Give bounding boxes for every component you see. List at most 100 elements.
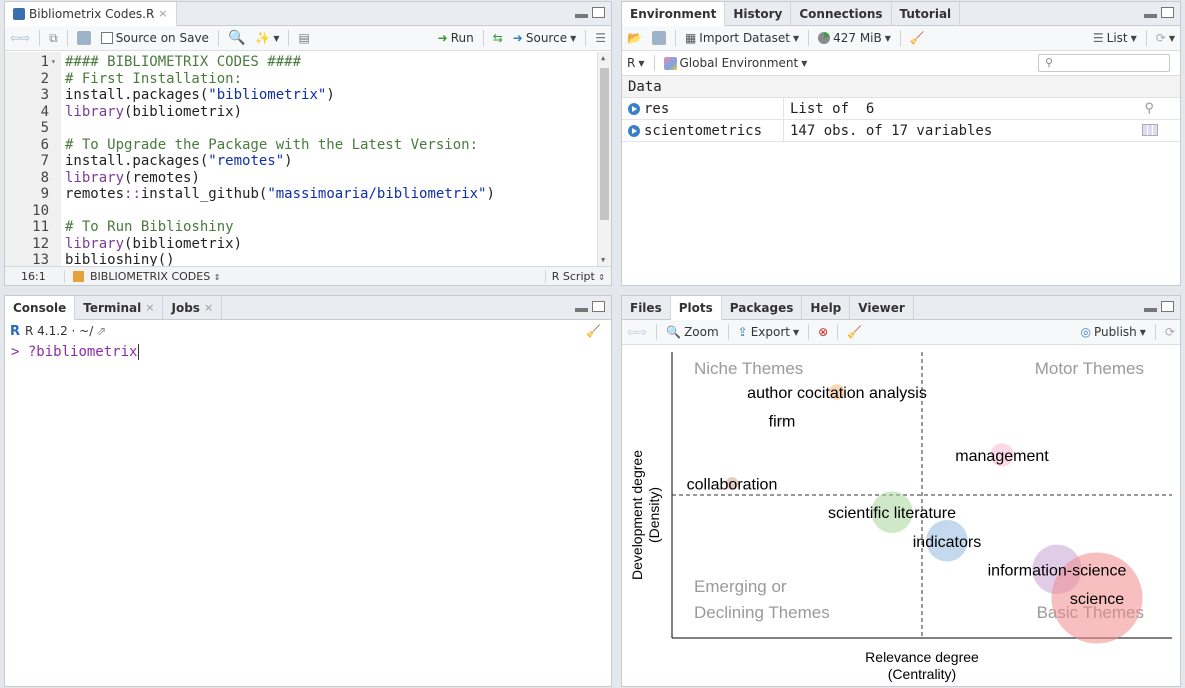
source-button[interactable]: ➜ Source ▼ [508,31,581,45]
zoom-icon: 🔍 [666,325,682,339]
line-number: 3 [40,87,49,103]
console-pane: Console Terminal × Jobs × R R 4.1.2 · ~/ ⇗… [4,295,612,687]
tab-files[interactable]: Files [622,296,671,319]
tab-connections[interactable]: Connections [791,2,892,25]
scroll-up-icon[interactable]: ▲ [601,54,605,62]
tab-console[interactable]: Console [5,296,76,320]
go-to-directory-icon[interactable]: ⇗ [96,324,106,338]
maximize-icon[interactable] [1161,301,1174,312]
env-row-scientometrics[interactable]: scientometrics 147 obs. of 17 variables [622,120,1180,142]
save-icon[interactable] [72,31,96,45]
minimize-icon[interactable] [1144,14,1157,18]
zoom-button[interactable]: 🔍 Zoom [661,325,724,339]
source-window-controls [575,7,605,18]
search-icon: ⚲ [1045,56,1054,69]
maximize-icon[interactable] [1161,7,1174,18]
plot-area: Niche Themes Motor Themes Emerging or Decli… [622,346,1180,686]
minimize-icon[interactable] [575,308,588,312]
run-button[interactable]: ➜ Run [433,31,479,45]
import-dataset-button[interactable]: ▦ Import Dataset ▼ [680,31,804,45]
scroll-down-icon[interactable]: ▼ [601,256,605,264]
broom-icon[interactable]: 🧹 [842,325,867,339]
memory-usage-button[interactable]: 427 MiB ▼ [813,31,896,45]
export-button[interactable]: ⇪ Export ▼ [733,325,805,339]
remove-plot-icon[interactable]: ⊗ [813,325,833,339]
tab-plots[interactable]: Plots [670,296,722,320]
code-line[interactable]: 3 install.packages("bibliometrix") [5,87,595,104]
code-line[interactable]: 8 library(remotes) [5,170,595,187]
code-token: "massimoaria/bibliometrix" [267,186,487,202]
code-editor[interactable]: 1 ▾ #### BIBLIOMETRIX CODES #### 2 # First I… [5,52,611,268]
tab-help[interactable]: Help [802,296,851,319]
code-line[interactable]: 10 [5,203,595,220]
refresh-icon[interactable]: ⟳ ▼ [1151,31,1180,45]
compile-report-icon[interactable]: ▤ [293,31,314,45]
magic-wand-icon[interactable]: ✨ ▼ [250,31,284,45]
minimize-icon[interactable] [575,14,588,18]
code-line[interactable]: 4 library(bibliometrix) [5,104,595,121]
maximize-icon[interactable] [592,7,605,18]
code-line[interactable]: 6 # To Upgrade the Package with the Lates… [5,137,595,154]
back-arrow-icon[interactable]: ⇦⇨ [622,325,652,339]
code-line[interactable]: 5 [5,120,595,137]
scrollbar-thumb[interactable] [600,68,609,220]
tab-environment[interactable]: Environment [622,2,726,26]
tab-source-file[interactable]: Bibliometrix Codes.R × [5,2,177,26]
tab-terminal[interactable]: Terminal × [75,296,164,319]
console-output[interactable]: > ?bibliometrix [11,344,611,686]
close-icon[interactable]: × [204,301,213,314]
save-workspace-icon[interactable] [647,31,671,45]
code-line[interactable]: 1 ▾ #### BIBLIOMETRIX CODES #### [5,54,595,71]
code-line[interactable]: 2 # First Installation: [5,71,595,88]
code-token: install_github( [140,186,268,202]
publish-button[interactable]: ◎ Publish ▼ [1076,325,1151,339]
outline-icon[interactable]: ☰ [590,31,611,45]
file-type[interactable]: R Script ⇕ [544,269,611,283]
grid-view-icon[interactable] [1142,124,1158,136]
environment-select[interactable]: Global Environment ▼ [659,56,813,70]
source-on-save-checkbox[interactable]: Source on Save [96,31,214,45]
rerun-icon[interactable]: ⇆ [488,31,508,45]
back-arrow-icon[interactable]: ⇦⇨ [5,31,35,45]
close-icon[interactable]: × [145,301,154,314]
refresh-icon[interactable]: ⟳ [1160,325,1180,339]
show-in-window-icon[interactable]: ⧉ [44,31,63,46]
code-token: ) [486,186,495,202]
source-label: Source [525,31,568,45]
clear-console-icon[interactable]: 🧹 [586,324,601,338]
code-token: (remotes) [124,169,200,186]
tab-viewer[interactable]: Viewer [850,296,914,319]
minimize-icon[interactable] [1144,308,1157,312]
load-workspace-icon[interactable]: 📂 [622,31,647,45]
code-line[interactable]: 7 install.packages("remotes") [5,153,595,170]
search-icon[interactable]: 🔍 [223,30,250,46]
code-line[interactable]: 9 remotes::install_github("massimoaria/bi… [5,186,595,203]
r-file-icon [13,7,25,20]
section-navigator[interactable]: BIBLIOMETRIX CODES ⇕ [90,270,220,283]
broom-icon[interactable]: 🧹 [905,31,930,45]
expand-icon[interactable] [628,102,640,115]
close-icon[interactable]: × [158,7,167,20]
tab-history[interactable]: History [725,2,792,25]
code-line[interactable]: 11 # To Run Biblioshiny [5,219,595,236]
code-token: ) [284,153,293,169]
magnifier-icon[interactable]: ⚲ [1144,101,1154,116]
checkbox-icon[interactable] [100,32,113,44]
maximize-icon[interactable] [592,301,605,312]
x-axis-title: Relevance degree (Centrality) [865,649,979,682]
env-row-res[interactable]: res List of 6 ⚲ [622,98,1180,120]
tab-jobs[interactable]: Jobs × [163,296,223,319]
code-token: library [65,235,125,252]
tab-packages[interactable]: Packages [722,296,803,319]
language-select[interactable]: R ▼ [622,56,650,70]
env-search-input[interactable]: ⚲ [1038,54,1170,72]
chevron-down-icon: ▼ [1139,327,1146,337]
tab-tutorial[interactable]: Tutorial [892,2,961,25]
theme-label: indicators [913,534,981,551]
list-view-button[interactable]: ☰ List ▼ [1088,31,1142,45]
fold-icon[interactable]: ▾ [51,54,56,71]
editor-scrollbar[interactable]: ▲ ▼ [597,52,611,266]
code-token: :: [124,186,141,202]
expand-icon[interactable] [628,124,640,137]
code-line[interactable]: 12 library(bibliometrix) [5,236,595,253]
